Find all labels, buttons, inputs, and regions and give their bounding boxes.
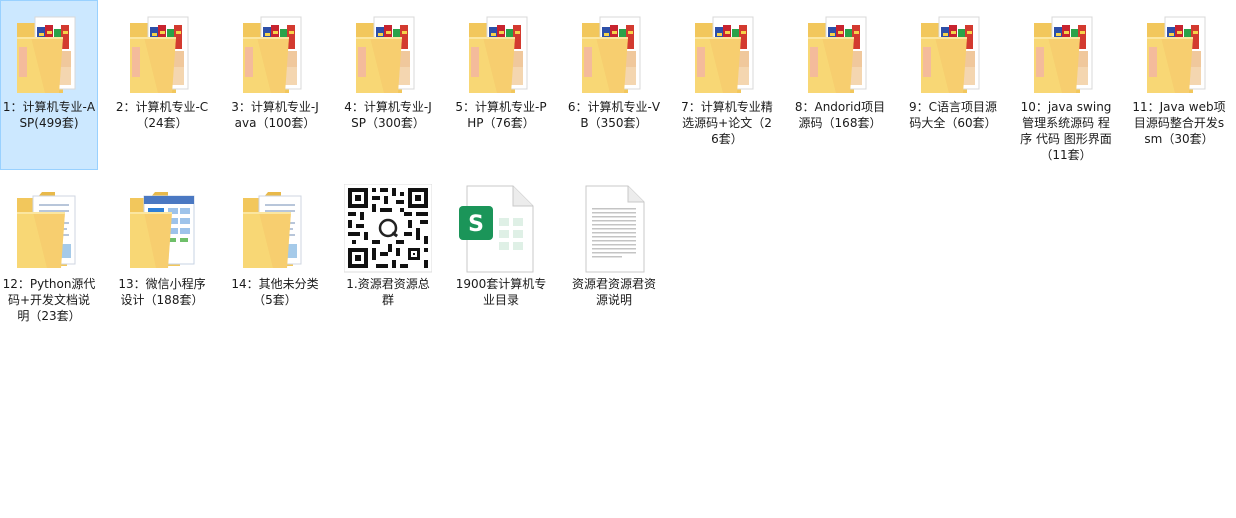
file-item-label: 9：C语言项目源码大全（60套） <box>908 100 997 130</box>
folder-books-icon <box>13 7 85 97</box>
file-item[interactable]: 10：java swing 管理系统源码 程序 代码 图形界面（11套） <box>1018 1 1114 169</box>
file-item[interactable]: 1.资源君资源总群 <box>340 178 436 346</box>
file-item-label: 7：计算机专业精选源码+论文（26套） <box>681 100 773 146</box>
folder-books-icon <box>239 7 311 97</box>
folder-docs-icon <box>239 184 311 274</box>
folder-books-icon <box>804 7 876 97</box>
file-explorer-view: 1：计算机专业-ASP(499套) 2：计算机专业-C（24套） 3：计算机专业… <box>0 0 1236 518</box>
file-item[interactable]: 11：Java web项目源码整合开发ssm（30套） <box>1131 1 1227 169</box>
file-item[interactable]: 4：计算机专业-JSP（300套） <box>340 1 436 169</box>
file-item-label: 10：java swing 管理系统源码 程序 代码 图形界面（11套） <box>1020 100 1112 162</box>
file-item-label: 8：Andorid项目源码（168套） <box>794 100 886 130</box>
folder-books-icon <box>691 7 763 97</box>
folder-books-icon <box>917 7 989 97</box>
folder-docs-icon <box>13 184 85 274</box>
file-item-label: 12：Python源代码+开发文档说明（23套） <box>2 277 96 323</box>
file-item[interactable]: 资源君资源君资源说明 <box>566 178 662 346</box>
file-item[interactable]: S 1900套计算机专业目录 <box>453 178 549 346</box>
folder-books-icon <box>126 7 198 97</box>
file-item-label: 13：微信小程序设计（188套） <box>118 277 206 307</box>
file-item[interactable]: 13：微信小程序设计（188套） <box>114 178 210 346</box>
file-item-label: 1：计算机专业-ASP(499套) <box>2 100 96 130</box>
folder-books-icon <box>578 7 650 97</box>
folder-books-icon <box>465 7 537 97</box>
text-document-icon <box>578 184 650 274</box>
folder-books-icon <box>1143 7 1215 97</box>
file-item-label: 1900套计算机专业目录 <box>455 277 547 307</box>
file-item[interactable]: 3：计算机专业-Java（100套） <box>227 1 323 169</box>
file-item[interactable]: 2：计算机专业-C（24套） <box>114 1 210 169</box>
file-item-label: 资源君资源君资源说明 <box>571 277 656 307</box>
file-item-label: 4：计算机专业-JSP（300套） <box>344 100 432 130</box>
file-item-label: 5：计算机专业-PHP（76套） <box>455 100 547 130</box>
file-item[interactable]: 14：其他未分类（5套） <box>227 178 323 346</box>
qr-code-image-icon <box>344 184 432 274</box>
folder-books-icon <box>352 7 424 97</box>
file-item-label: 1.资源君资源总群 <box>346 277 430 307</box>
file-item-label: 3：计算机专业-Java（100套） <box>231 100 319 130</box>
file-item[interactable]: 7：计算机专业精选源码+论文（26套） <box>679 1 775 169</box>
file-item[interactable]: 6：计算机专业-VB（350套） <box>566 1 662 169</box>
file-item[interactable]: 1：计算机专业-ASP(499套) <box>0 0 98 170</box>
file-item[interactable]: 9：C语言项目源码大全（60套） <box>905 1 1001 169</box>
file-item-label: 14：其他未分类（5套） <box>231 277 319 307</box>
file-item[interactable]: 5：计算机专业-PHP（76套） <box>453 1 549 169</box>
spreadsheet-file-icon: S <box>457 184 534 274</box>
folder-screenshot-icon <box>126 184 198 274</box>
file-item[interactable]: 8：Andorid项目源码（168套） <box>792 1 888 169</box>
file-item-label: 11：Java web项目源码整合开发ssm（30套） <box>1132 100 1226 146</box>
file-item-label: 2：计算机专业-C（24套） <box>115 100 209 130</box>
file-item-label: 6：计算机专业-VB（350套） <box>567 100 661 130</box>
file-item[interactable]: 12：Python源代码+开发文档说明（23套） <box>1 178 97 346</box>
svg-text:S: S <box>468 212 484 237</box>
folder-books-icon <box>1030 7 1102 97</box>
